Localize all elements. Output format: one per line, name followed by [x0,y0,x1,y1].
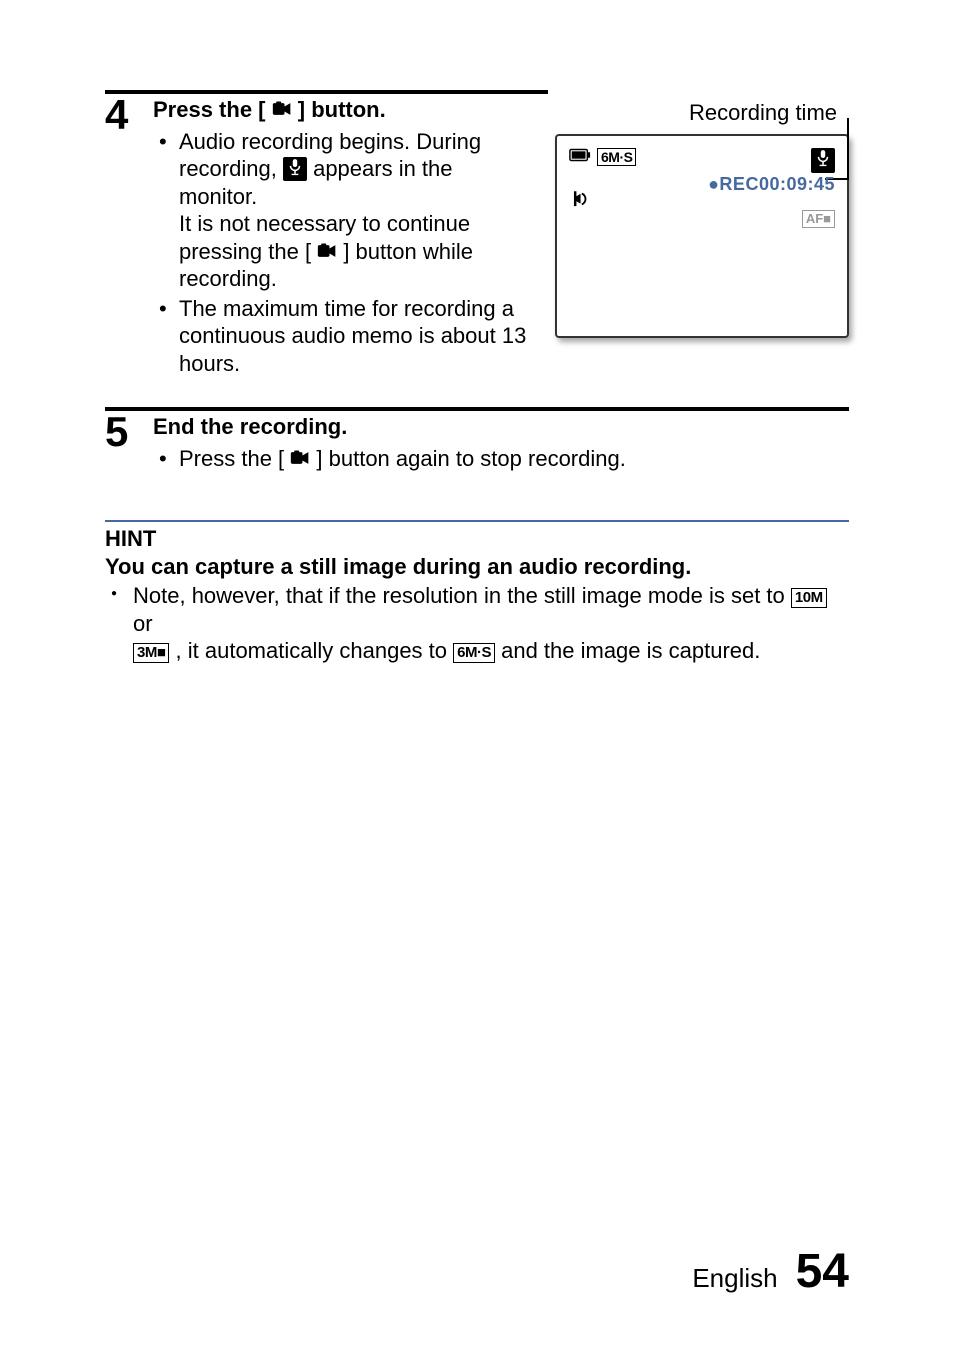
camera-monitor: 6M·S ●REC00:09:45 [555,134,849,338]
step5-b1-a: Press the [ [179,446,284,471]
rule-above-step5 [105,407,849,411]
figure-caption: Recording time [555,100,837,126]
rule-above-step4 [105,90,548,94]
monitor-rec-timer: ●REC00:09:45 [708,174,835,195]
step-4: 4 Press the [ ] button. [105,96,849,379]
hint-rule [105,520,849,522]
step4-title: Press the [ ] button. [153,96,527,124]
video-button-icon [290,449,310,471]
monitor-res-6ms: 6M·S [597,148,636,166]
hint-line-d: and the image is captured. [501,638,760,663]
mic-badge-icon [283,157,307,181]
step-number-4: 4 [105,94,153,136]
step5-bullet-1: Press the [ ] button again to stop recor… [153,445,849,473]
hint-line-a: Note, however, that if the resolution in… [133,583,791,608]
page-footer: English 54 [692,1244,849,1299]
step5-title: End the recording. [153,413,849,441]
hint-bullet: Note, however, that if the resolution in… [105,582,849,665]
res-3m-icon: 3M■ [133,643,169,663]
battery-icon [569,148,591,166]
hint-title: HINT [105,526,849,552]
hint-line-b: or [133,611,153,636]
monitor-mode-icon [569,188,591,216]
footer-page-number: 54 [796,1244,849,1299]
res-10m-icon: 10M [791,588,827,608]
step4-title-b: ] button. [298,97,386,122]
video-button-icon [317,242,337,264]
step4-title-a: Press the [ [153,97,266,122]
monitor-af-lock: AF■ [802,210,835,228]
leader-line [847,118,849,180]
step-number-5: 5 [105,411,153,453]
video-button-icon [272,100,292,122]
step-5: 5 End the recording. Press the [ ] [105,413,849,474]
footer-language: English [692,1263,777,1294]
res-6ms-icon: 6M·S [453,643,495,663]
step5-b1-b: ] button again to stop recording. [316,446,625,471]
hint-box: HINT You can capture a still image durin… [105,520,849,665]
hint-subtitle: You can capture a still image during an … [105,554,849,580]
monitor-mic-icon [811,148,835,173]
step4-bullet-2: The maximum time for recording a continu… [153,295,527,378]
step4-bullet-1: Audio recording begins. During recording… [153,128,527,293]
hint-line-c: , it automatically changes to [176,638,454,663]
